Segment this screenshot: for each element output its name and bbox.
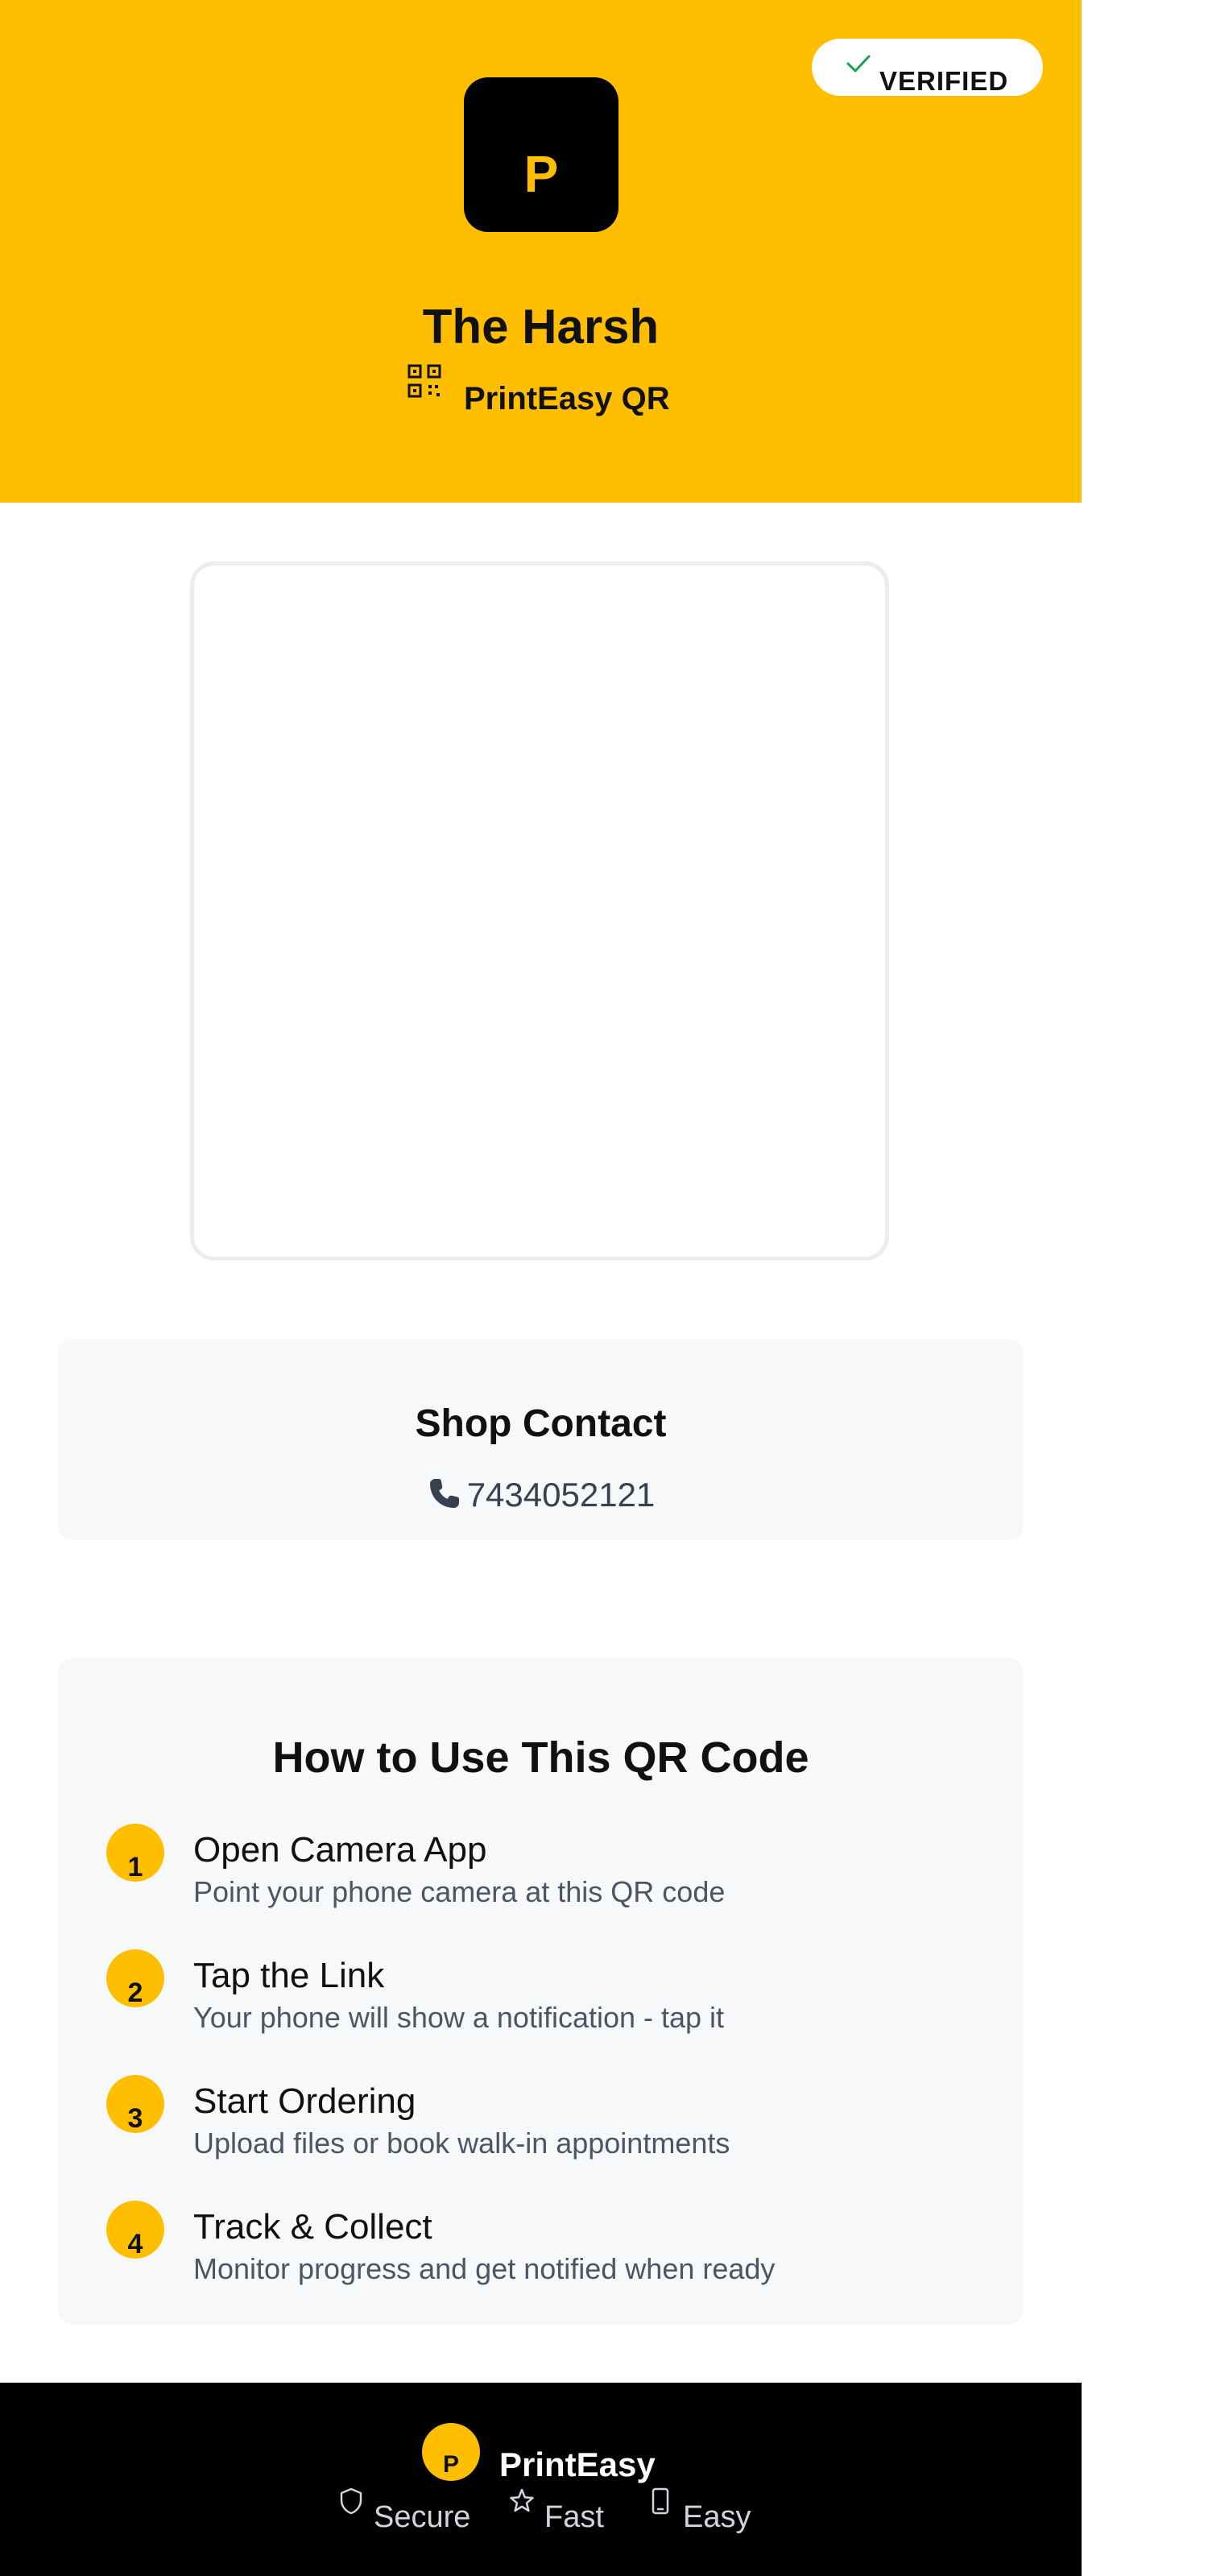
step-item: 3 Start Ordering Upload files or book wa…: [0, 2075, 1082, 2188]
step-description: Point your phone camera at this QR code: [193, 1875, 726, 1908]
step-number-badge: 2: [106, 1949, 164, 2008]
step-number-badge: 3: [106, 2075, 164, 2134]
shield-icon: [340, 2487, 362, 2515]
footer-feature-label: Fast: [544, 2500, 604, 2534]
step-description: Monitor progress and get notified when r…: [193, 2252, 776, 2285]
howto-title: How to Use This QR Code: [272, 1733, 809, 1782]
qr-code-frame: [190, 561, 889, 1261]
step-title: Open Camera App: [193, 1830, 487, 1870]
step-number: 1: [127, 1852, 143, 1882]
star-icon: [510, 2488, 534, 2512]
footer: P PrintEasy Secure Fast Easy: [0, 2383, 1082, 2576]
step-description: Your phone will show a notification - ta…: [193, 2001, 725, 2034]
qr-landing-page: VERIFIED P The Harsh PrintEasy QR Shop C…: [0, 0, 1082, 2576]
step-number-badge: 1: [106, 1824, 164, 1882]
footer-brand: PrintEasy: [499, 2446, 656, 2483]
check-icon: [846, 55, 871, 72]
shop-logo: P: [464, 77, 618, 232]
step-item: 4 Track & Collect Monitor progress and g…: [0, 2201, 1082, 2313]
verified-badge: VERIFIED: [812, 39, 1043, 96]
step-item: 2 Tap the Link Your phone will show a no…: [0, 1949, 1082, 2062]
step-number: 4: [127, 2229, 143, 2259]
contact-title: Shop Contact: [415, 1402, 667, 1445]
step-number: 3: [127, 2103, 143, 2134]
step-item: 1 Open Camera App Point your phone camer…: [0, 1824, 1082, 1936]
step-title: Tap the Link: [193, 1956, 385, 1995]
shop-name: The Harsh: [422, 300, 660, 354]
phone-icon: [429, 1479, 459, 1508]
brand-subtitle: PrintEasy QR: [464, 381, 670, 416]
verified-label: VERIFIED: [879, 66, 1009, 96]
step-title: Start Ordering: [193, 2081, 416, 2121]
step-title: Track & Collect: [193, 2207, 432, 2247]
footer-feature-label: Secure: [374, 2500, 471, 2534]
footer-logo: P: [422, 2423, 480, 2481]
phone-number: 7434052121: [466, 1476, 656, 1514]
phone-device-icon: [652, 2487, 669, 2515]
footer-logo-letter: P: [442, 2451, 459, 2478]
step-number: 2: [127, 1978, 143, 2008]
qr-code-icon: [407, 364, 441, 398]
page: VERIFIED P The Harsh PrintEasy QR Shop C…: [0, 0, 1208, 2576]
header: VERIFIED P The Harsh PrintEasy QR: [0, 0, 1082, 503]
step-description: Upload files or book walk-in appointment…: [193, 2127, 730, 2160]
shop-logo-letter: P: [523, 145, 559, 203]
phone-link[interactable]: 7434052121: [0, 1472, 1082, 1518]
step-number-badge: 4: [106, 2201, 164, 2259]
footer-feature-label: Easy: [683, 2500, 751, 2534]
